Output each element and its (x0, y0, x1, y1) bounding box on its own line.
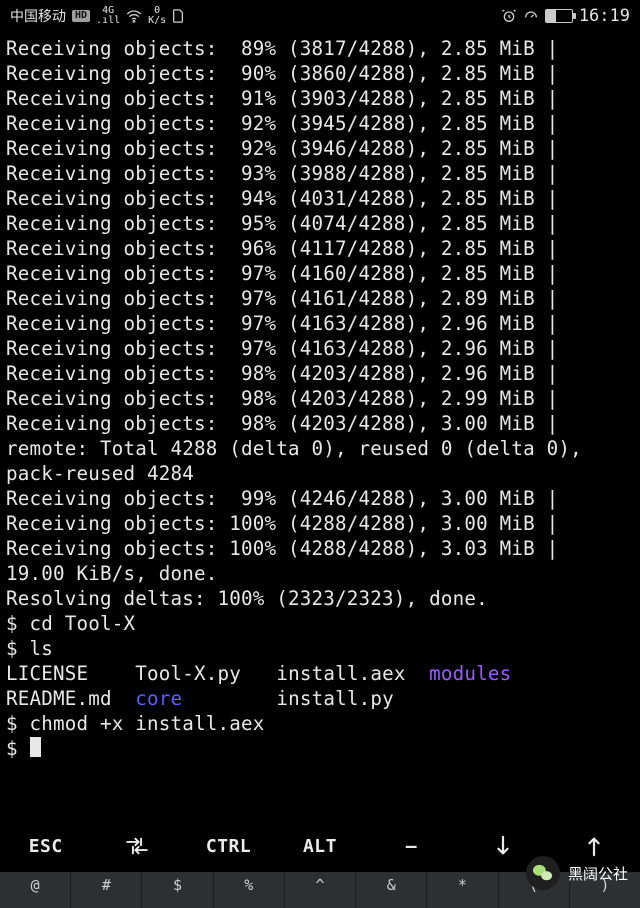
key-esc[interactable]: ESC (0, 826, 91, 867)
carrier-label: 中国移动 (10, 6, 66, 26)
signal-icon: .ıll (96, 16, 120, 26)
tab-icon (124, 836, 150, 856)
receiving-line: Receiving objects: 89% (3817/4288), 2.85… (6, 36, 634, 61)
key-tab[interactable] (91, 826, 182, 866)
receiving-line: Receiving objects: 90% (3860/4288), 2.85… (6, 61, 634, 86)
done-line: 19.00 KiB/s, done. (6, 561, 634, 586)
receiving-line: Receiving objects: 97% (4163/4288), 2.96… (6, 336, 634, 361)
ls-entry: install.aex (276, 662, 429, 685)
remote-line: remote: Total 4288 (delta 0), reused 0 (… (6, 436, 634, 486)
receiving-line: Receiving objects: 96% (4117/4288), 2.85… (6, 236, 634, 261)
ime-key[interactable]: * (427, 872, 498, 908)
receiving-line: Receiving objects: 92% (3946/4288), 2.85… (6, 136, 634, 161)
receiving-line: Receiving objects: 93% (3988/4288), 2.85… (6, 161, 634, 186)
ls-entry: install.py (276, 687, 429, 710)
alarm-icon (501, 8, 517, 24)
arrow-up-icon (586, 835, 602, 857)
net-speed-unit: K/s (148, 16, 166, 26)
ls-entry: README.md (6, 687, 135, 710)
receiving-line: Receiving objects: 98% (4203/4288), 2.99… (6, 386, 634, 411)
status-bar-left: 中国移动 HD 4G .ıll 0 K/s (10, 6, 184, 26)
wechat-icon (526, 856, 560, 890)
cmd-ls: $ ls (6, 636, 634, 661)
ls-entry: LICENSE (6, 662, 135, 685)
battery-icon (545, 9, 573, 23)
terminal-output[interactable]: Receiving objects: 89% (3817/4288), 2.85… (0, 32, 640, 761)
hd-badge: HD (72, 10, 90, 22)
receiving-line: Receiving objects: 91% (3903/4288), 2.85… (6, 86, 634, 111)
receiving-line: Receiving objects: 100% (4288/4288), 3.0… (6, 536, 634, 561)
speed-icon (523, 8, 539, 24)
clock: 16:19 (579, 6, 630, 26)
watermark-text: 黑阔公社 (568, 863, 628, 884)
ls-entry: core (135, 687, 276, 710)
cmd-chmod: $ chmod +x install.aex (6, 711, 634, 736)
ime-key[interactable]: % (214, 872, 285, 908)
sim-icon (172, 9, 184, 23)
receiving-line: Receiving objects: 97% (4163/4288), 2.96… (6, 311, 634, 336)
status-bar: 中国移动 HD 4G .ıll 0 K/s (0, 0, 640, 32)
network-indicator: 4G .ıll (96, 6, 120, 26)
receiving-line: Receiving objects: 100% (4288/4288), 3.0… (6, 511, 634, 536)
receiving-line: Receiving objects: 98% (4203/4288), 2.96… (6, 361, 634, 386)
ime-key[interactable]: # (71, 872, 142, 908)
key-alt[interactable]: ALT (274, 826, 365, 867)
cursor (30, 737, 41, 757)
receiving-line: Receiving objects: 99% (4246/4288), 3.00… (6, 486, 634, 511)
deltas-line: Resolving deltas: 100% (2323/2323), done… (6, 586, 634, 611)
cmd-cd: $ cd Tool-X (6, 611, 634, 636)
watermark: 黑阔公社 (526, 856, 628, 890)
ls-entry: Tool-X.py (135, 662, 276, 685)
ime-key[interactable]: $ (142, 872, 213, 908)
status-bar-right: 16:19 (501, 6, 630, 26)
ls-entry: modules (429, 662, 547, 685)
receiving-line: Receiving objects: 97% (4161/4288), 2.89… (6, 286, 634, 311)
ls-row-2: README.md core install.py (6, 686, 634, 711)
ime-key[interactable]: & (356, 872, 427, 908)
ls-row-1: LICENSE Tool-X.py install.aex modules (6, 661, 634, 686)
receiving-line: Receiving objects: 98% (4203/4288), 3.00… (6, 411, 634, 436)
net-speed: 0 K/s (148, 6, 166, 26)
wifi-icon (126, 9, 142, 23)
key-dash[interactable]: — (366, 826, 457, 867)
receiving-line: Receiving objects: 97% (4160/4288), 2.85… (6, 261, 634, 286)
prompt-current[interactable]: $ (6, 736, 634, 761)
ime-key[interactable]: ^ (285, 872, 356, 908)
receiving-line: Receiving objects: 94% (4031/4288), 2.85… (6, 186, 634, 211)
key-ctrl[interactable]: CTRL (183, 826, 274, 867)
ime-key[interactable]: @ (0, 872, 71, 908)
arrow-down-icon (495, 835, 511, 857)
receiving-line: Receiving objects: 92% (3945/4288), 2.85… (6, 111, 634, 136)
receiving-line: Receiving objects: 95% (4074/4288), 2.85… (6, 211, 634, 236)
